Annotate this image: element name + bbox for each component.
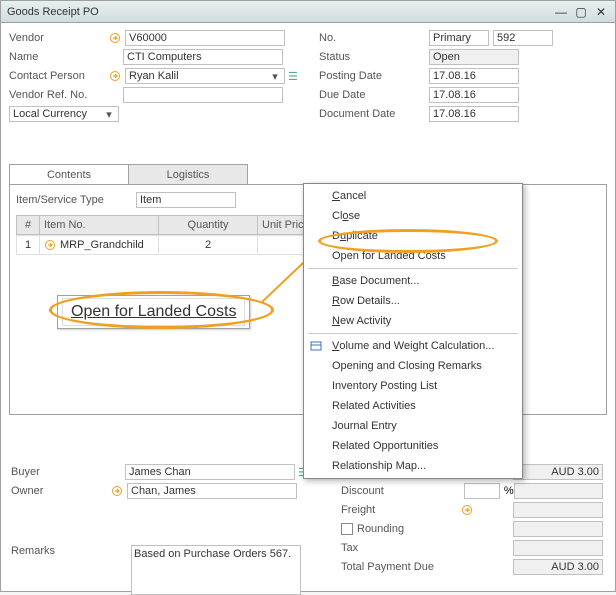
menu-inv-text: Inventory Posting List	[332, 380, 437, 392]
name-field[interactable]: CTI Computers	[123, 49, 283, 65]
itemsvc-field[interactable]: Item	[136, 192, 236, 208]
status-field: Open	[429, 49, 519, 65]
due-label: Due Date	[319, 89, 429, 101]
menu-remarks-text: Opening and Closing Remarks	[332, 360, 482, 372]
tax-field	[513, 540, 603, 556]
owner-field[interactable]: Chan, James	[127, 483, 297, 499]
total-before-field: AUD 3.00	[513, 464, 603, 480]
contact-value: Ryan Kalil	[129, 70, 179, 82]
content-area: Vendor V60000 Name CTI Computers Contact…	[1, 23, 615, 591]
menu-journal-text: Journal Entry	[332, 420, 397, 432]
tab-contents[interactable]: Contents	[9, 164, 129, 184]
total-due-label: Total Payment Due	[341, 561, 461, 573]
no-label: No.	[319, 32, 429, 44]
menu-cancel[interactable]: Cancel	[306, 186, 520, 206]
currency-dropdown[interactable]: Local Currency ▾	[9, 106, 119, 122]
discount-pct-input[interactable]	[464, 483, 500, 499]
volume-icon	[310, 339, 324, 353]
discount-amount-field[interactable]	[514, 483, 603, 499]
menu-base-document[interactable]: Base Document...	[306, 271, 520, 291]
tab-strip: Contents Logistics	[9, 164, 607, 185]
contact-dropdown-icon[interactable]: ▾	[269, 70, 281, 83]
rounding-label: Rounding	[357, 523, 461, 535]
vendorref-field[interactable]	[123, 87, 283, 103]
remarks-label: Remarks	[11, 545, 55, 557]
vendorref-label: Vendor Ref. No.	[9, 89, 109, 101]
discount-label: Discount	[341, 485, 460, 497]
contact-field[interactable]: Ryan Kalil ▾	[125, 68, 285, 84]
buyer-field[interactable]: James Chan	[125, 464, 295, 480]
total-due-field: AUD 3.00	[513, 559, 603, 575]
menu-opening-closing-remarks[interactable]: Opening and Closing Remarks	[306, 356, 520, 376]
remarks-field[interactable]: Based on Purchase Orders 567.	[131, 545, 301, 595]
col-num[interactable]: #	[16, 215, 40, 235]
menu-duplicate[interactable]: Duplicate	[306, 226, 520, 246]
annotation-callout: Open for Landed Costs	[57, 295, 250, 329]
menu-related-activities[interactable]: Related Activities	[306, 396, 520, 416]
col-qty[interactable]: Quantity	[158, 215, 258, 235]
discount-pct-sign: %	[504, 485, 514, 497]
owner-link-arrow-icon[interactable]	[111, 484, 125, 498]
footer-right: Total Before Discount AUD 3.00 Discount …	[341, 463, 603, 577]
footer-left: Buyer James Chan ☰ Owner Chan, James	[11, 463, 321, 501]
vendor-label: Vendor	[9, 32, 109, 44]
contact-details-icon[interactable]: ☰	[288, 70, 298, 83]
freight-field	[513, 502, 603, 518]
minimize-icon[interactable]: —	[553, 5, 569, 19]
currency-dropdown-icon[interactable]: ▾	[103, 108, 115, 121]
cell-qty: 2	[158, 235, 258, 255]
callout-text: Open for Landed Costs	[62, 298, 245, 326]
no-series-field[interactable]: Primary	[429, 30, 489, 46]
no-field[interactable]: 592	[493, 30, 553, 46]
due-field[interactable]: 17.08.16	[429, 87, 519, 103]
cell-num: 1	[16, 235, 40, 255]
cell-itemno-text: MRP_Grandchild	[60, 239, 144, 251]
vendor-field[interactable]: V60000	[125, 30, 285, 46]
menu-related-opportunities[interactable]: Related Opportunities	[306, 436, 520, 456]
rounding-field	[513, 521, 603, 537]
vendor-link-arrow-icon[interactable]	[109, 31, 123, 45]
menu-open-landed-text: Open for Landed Costs	[332, 250, 446, 262]
currency-label: Local Currency	[13, 108, 87, 120]
context-menu: Cancel Close Duplicate Open for Landed C…	[303, 183, 523, 479]
menu-inventory-posting-list[interactable]: Inventory Posting List	[306, 376, 520, 396]
goods-receipt-po-window: Goods Receipt PO — ▢ ✕ Vendor V60000 Nam…	[0, 0, 616, 592]
contact-label: Contact Person	[9, 70, 109, 82]
window-title: Goods Receipt PO	[7, 6, 549, 18]
col-itemno[interactable]: Item No.	[39, 215, 159, 235]
close-icon[interactable]: ✕	[593, 5, 609, 19]
owner-label: Owner	[11, 485, 111, 497]
menu-volume-weight[interactable]: Volume and Weight Calculation...	[306, 336, 520, 356]
tab-logistics[interactable]: Logistics	[128, 164, 248, 184]
menu-new-activity[interactable]: New Activity	[306, 311, 520, 331]
cell-itemno: MRP_Grandchild	[39, 235, 159, 255]
posting-field[interactable]: 17.08.16	[429, 68, 519, 84]
menu-relopp-text: Related Opportunities	[332, 440, 438, 452]
item-link-arrow-icon[interactable]	[44, 238, 58, 252]
menu-close[interactable]: Close	[306, 206, 520, 226]
itemsvc-label: Item/Service Type	[16, 194, 136, 206]
menu-relact-text: Related Activities	[332, 400, 416, 412]
menu-journal-entry[interactable]: Journal Entry	[306, 416, 520, 436]
contact-link-arrow-icon[interactable]	[109, 69, 123, 83]
doc-field[interactable]: 17.08.16	[429, 106, 519, 122]
titlebar: Goods Receipt PO — ▢ ✕	[1, 1, 615, 23]
status-label: Status	[319, 51, 429, 63]
freight-link-arrow-icon[interactable]	[461, 503, 475, 517]
menu-relmap-text: Relationship Map...	[332, 460, 426, 472]
posting-label: Posting Date	[319, 70, 429, 82]
rounding-checkbox[interactable]	[341, 523, 353, 535]
tax-label: Tax	[341, 542, 461, 554]
doc-label: Document Date	[319, 108, 429, 120]
maximize-icon[interactable]: ▢	[573, 5, 589, 19]
menu-row-details[interactable]: Row Details...	[306, 291, 520, 311]
freight-label: Freight	[341, 504, 461, 516]
menu-relationship-map[interactable]: Relationship Map...	[306, 456, 520, 476]
menu-open-landed-costs[interactable]: Open for Landed Costs	[306, 246, 520, 266]
buyer-label: Buyer	[11, 466, 111, 478]
name-label: Name	[9, 51, 109, 63]
